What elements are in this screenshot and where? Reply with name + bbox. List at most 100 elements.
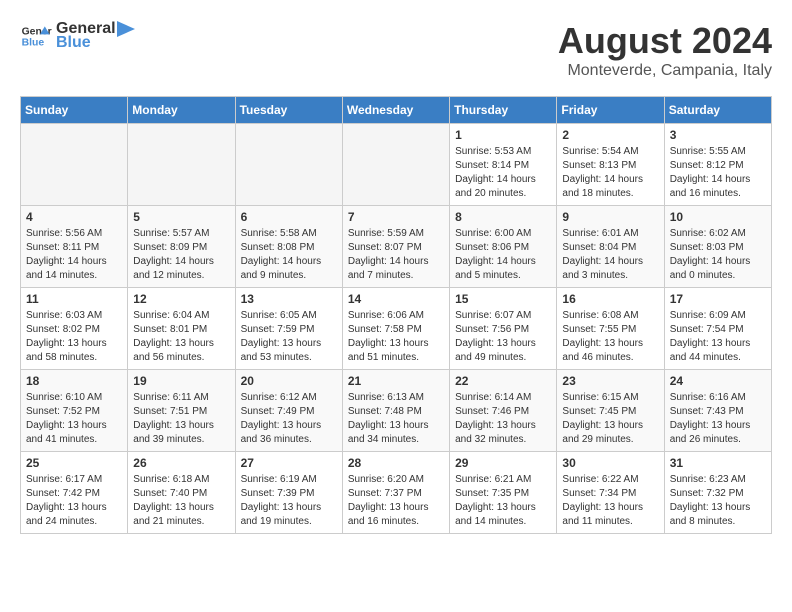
- day-number: 5: [133, 210, 229, 224]
- day-number: 15: [455, 292, 551, 306]
- day-number: 9: [562, 210, 658, 224]
- logo-icon: General Blue: [20, 20, 52, 52]
- day-info: Sunrise: 6:06 AM Sunset: 7:58 PM Dayligh…: [348, 309, 444, 365]
- day-number: 30: [562, 456, 658, 470]
- page-header: General Blue General Blue August 2024 Mo…: [20, 20, 772, 80]
- calendar-cell: 19 Sunrise: 6:11 AM Sunset: 7:51 PM Dayli…: [128, 370, 235, 452]
- calendar-cell: 8 Sunrise: 6:00 AM Sunset: 8:06 PM Daylig…: [450, 206, 557, 288]
- calendar-cell: 11 Sunrise: 6:03 AM Sunset: 8:02 PM Dayli…: [21, 288, 128, 370]
- day-info: Sunrise: 5:55 AM Sunset: 8:12 PM Dayligh…: [670, 145, 766, 201]
- day-info: Sunrise: 6:08 AM Sunset: 7:55 PM Dayligh…: [562, 309, 658, 365]
- day-info: Sunrise: 6:15 AM Sunset: 7:45 PM Dayligh…: [562, 391, 658, 447]
- calendar-cell: 3 Sunrise: 5:55 AM Sunset: 8:12 PM Daylig…: [664, 124, 771, 206]
- calendar-cell: 21 Sunrise: 6:13 AM Sunset: 7:48 PM Dayli…: [342, 370, 449, 452]
- day-number: 17: [670, 292, 766, 306]
- day-number: 7: [348, 210, 444, 224]
- calendar-cell: 22Sunrise: 6:14 AM Sunset: 7:46 PM Dayli…: [450, 370, 557, 452]
- day-info: Sunrise: 5:57 AM Sunset: 8:09 PM Dayligh…: [133, 227, 229, 283]
- column-header-friday: Friday: [557, 97, 664, 124]
- day-number: 25: [26, 456, 122, 470]
- calendar-cell: 13 Sunrise: 6:05 AM Sunset: 7:59 PM Dayli…: [235, 288, 342, 370]
- day-number: 8: [455, 210, 551, 224]
- svg-text:Blue: Blue: [22, 38, 45, 49]
- calendar-cell: [21, 124, 128, 206]
- calendar-cell: 10 Sunrise: 6:02 AM Sunset: 8:03 PM Dayli…: [664, 206, 771, 288]
- day-info: Sunrise: 6:18 AM Sunset: 7:40 PM Dayligh…: [133, 473, 229, 529]
- day-info: Sunrise: 6:11 AM Sunset: 7:51 PM Dayligh…: [133, 391, 229, 447]
- day-number: 24: [670, 374, 766, 388]
- calendar-cell: 23 Sunrise: 6:15 AM Sunset: 7:45 PM Dayli…: [557, 370, 664, 452]
- day-info: Sunrise: 6:19 AM Sunset: 7:39 PM Dayligh…: [241, 473, 337, 529]
- day-info: Sunrise: 6:14 AM Sunset: 7:46 PM Dayligh…: [455, 391, 551, 447]
- day-number: 4: [26, 210, 122, 224]
- calendar-cell: 31 Sunrise: 6:23 AM Sunset: 7:32 PM Dayli…: [664, 452, 771, 534]
- calendar-week-row: 1 Sunrise: 5:53 AM Sunset: 8:14 PM Daylig…: [21, 124, 772, 206]
- day-number: 14: [348, 292, 444, 306]
- day-info: Sunrise: 5:56 AM Sunset: 8:11 PM Dayligh…: [26, 227, 122, 283]
- day-info: Sunrise: 6:13 AM Sunset: 7:48 PM Dayligh…: [348, 391, 444, 447]
- day-number: 13: [241, 292, 337, 306]
- day-number: 10: [670, 210, 766, 224]
- day-number: 11: [26, 292, 122, 306]
- calendar-cell: 28 Sunrise: 6:20 AM Sunset: 7:37 PM Dayli…: [342, 452, 449, 534]
- calendar-week-row: 18Sunrise: 6:10 AM Sunset: 7:52 PM Dayli…: [21, 370, 772, 452]
- location-subtitle: Monteverde, Campania, Italy: [558, 62, 772, 80]
- day-info: Sunrise: 6:00 AM Sunset: 8:06 PM Dayligh…: [455, 227, 551, 283]
- column-header-thursday: Thursday: [450, 97, 557, 124]
- day-info: Sunrise: 6:09 AM Sunset: 7:54 PM Dayligh…: [670, 309, 766, 365]
- day-number: 3: [670, 128, 766, 142]
- day-number: 6: [241, 210, 337, 224]
- day-info: Sunrise: 6:02 AM Sunset: 8:03 PM Dayligh…: [670, 227, 766, 283]
- day-number: 31: [670, 456, 766, 470]
- day-number: 19: [133, 374, 229, 388]
- calendar-cell: 29Sunrise: 6:21 AM Sunset: 7:35 PM Dayli…: [450, 452, 557, 534]
- day-info: Sunrise: 6:22 AM Sunset: 7:34 PM Dayligh…: [562, 473, 658, 529]
- day-number: 26: [133, 456, 229, 470]
- calendar-cell: 12 Sunrise: 6:04 AM Sunset: 8:01 PM Dayli…: [128, 288, 235, 370]
- day-info: Sunrise: 6:20 AM Sunset: 7:37 PM Dayligh…: [348, 473, 444, 529]
- day-info: Sunrise: 5:53 AM Sunset: 8:14 PM Dayligh…: [455, 145, 551, 201]
- day-info: Sunrise: 6:01 AM Sunset: 8:04 PM Dayligh…: [562, 227, 658, 283]
- day-number: 1: [455, 128, 551, 142]
- column-header-tuesday: Tuesday: [235, 97, 342, 124]
- day-number: 21: [348, 374, 444, 388]
- day-info: Sunrise: 6:03 AM Sunset: 8:02 PM Dayligh…: [26, 309, 122, 365]
- day-info: Sunrise: 6:21 AM Sunset: 7:35 PM Dayligh…: [455, 473, 551, 529]
- day-number: 23: [562, 374, 658, 388]
- month-year-title: August 2024: [558, 20, 772, 62]
- calendar-cell: [342, 124, 449, 206]
- calendar-week-row: 25Sunrise: 6:17 AM Sunset: 7:42 PM Dayli…: [21, 452, 772, 534]
- day-number: 18: [26, 374, 122, 388]
- calendar-cell: 14 Sunrise: 6:06 AM Sunset: 7:58 PM Dayli…: [342, 288, 449, 370]
- day-number: 12: [133, 292, 229, 306]
- calendar-week-row: 11 Sunrise: 6:03 AM Sunset: 8:02 PM Dayli…: [21, 288, 772, 370]
- day-number: 20: [241, 374, 337, 388]
- day-info: Sunrise: 6:04 AM Sunset: 8:01 PM Dayligh…: [133, 309, 229, 365]
- calendar-cell: 5 Sunrise: 5:57 AM Sunset: 8:09 PM Daylig…: [128, 206, 235, 288]
- day-info: Sunrise: 6:23 AM Sunset: 7:32 PM Dayligh…: [670, 473, 766, 529]
- day-info: Sunrise: 6:05 AM Sunset: 7:59 PM Dayligh…: [241, 309, 337, 365]
- logo-arrow-icon: [117, 21, 135, 37]
- calendar-cell: 6 Sunrise: 5:58 AM Sunset: 8:08 PM Daylig…: [235, 206, 342, 288]
- day-number: 27: [241, 456, 337, 470]
- day-number: 28: [348, 456, 444, 470]
- column-header-wednesday: Wednesday: [342, 97, 449, 124]
- calendar-cell: 26 Sunrise: 6:18 AM Sunset: 7:40 PM Dayli…: [128, 452, 235, 534]
- day-info: Sunrise: 6:16 AM Sunset: 7:43 PM Dayligh…: [670, 391, 766, 447]
- calendar-cell: 30 Sunrise: 6:22 AM Sunset: 7:34 PM Dayli…: [557, 452, 664, 534]
- column-header-saturday: Saturday: [664, 97, 771, 124]
- calendar-cell: 25Sunrise: 6:17 AM Sunset: 7:42 PM Dayli…: [21, 452, 128, 534]
- calendar-cell: 20Sunrise: 6:12 AM Sunset: 7:49 PM Dayli…: [235, 370, 342, 452]
- calendar-cell: 18Sunrise: 6:10 AM Sunset: 7:52 PM Dayli…: [21, 370, 128, 452]
- calendar-cell: [128, 124, 235, 206]
- day-number: 16: [562, 292, 658, 306]
- calendar-cell: 7 Sunrise: 5:59 AM Sunset: 8:07 PM Daylig…: [342, 206, 449, 288]
- column-header-sunday: Sunday: [21, 97, 128, 124]
- day-info: Sunrise: 5:59 AM Sunset: 8:07 PM Dayligh…: [348, 227, 444, 283]
- day-number: 2: [562, 128, 658, 142]
- day-info: Sunrise: 5:58 AM Sunset: 8:08 PM Dayligh…: [241, 227, 337, 283]
- calendar-cell: 15Sunrise: 6:07 AM Sunset: 7:56 PM Dayli…: [450, 288, 557, 370]
- calendar-cell: 9 Sunrise: 6:01 AM Sunset: 8:04 PM Daylig…: [557, 206, 664, 288]
- calendar-cell: 16 Sunrise: 6:08 AM Sunset: 7:55 PM Dayli…: [557, 288, 664, 370]
- title-block: August 2024 Monteverde, Campania, Italy: [558, 20, 772, 80]
